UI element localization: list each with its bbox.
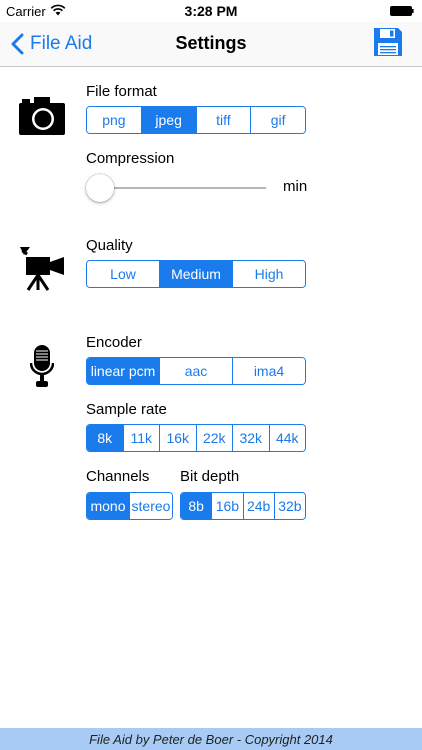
file-format-label: File format <box>86 83 157 100</box>
sample-rate-option-11k[interactable]: 11k <box>122 425 159 451</box>
quality-control: Low Medium High <box>86 260 306 288</box>
compression-slider-track[interactable] <box>99 187 266 189</box>
compression-value-label: min <box>283 178 308 195</box>
video-camera-icon <box>20 247 64 291</box>
encoder-option-aac[interactable]: aac <box>159 358 232 384</box>
navigation-bar: File Aid Settings <box>0 22 422 67</box>
channels-option-mono[interactable]: mono <box>87 493 129 519</box>
sample-rate-option-22k[interactable]: 22k <box>195 425 232 451</box>
bit-depth-option-8b[interactable]: 8b <box>181 493 212 519</box>
compression-label: Compression <box>86 150 175 167</box>
floppy-disk-icon[interactable] <box>372 26 404 58</box>
file-format-option-jpeg[interactable]: jpeg <box>140 107 196 133</box>
quality-option-low[interactable]: Low <box>87 261 159 287</box>
sample-rate-label: Sample rate <box>86 401 167 418</box>
file-format-option-gif[interactable]: gif <box>250 107 305 133</box>
quality-option-medium[interactable]: Medium <box>159 261 232 287</box>
file-format-option-tiff[interactable]: tiff <box>195 107 251 133</box>
sample-rate-option-32k[interactable]: 32k <box>232 425 269 451</box>
status-bar: Carrier 3:28 PM <box>0 0 422 22</box>
camera-icon <box>19 97 65 135</box>
bit-depth-option-24b[interactable]: 24b <box>242 493 274 519</box>
battery-icon <box>390 6 414 16</box>
file-format-control: png jpeg tiff gif <box>86 106 306 134</box>
sample-rate-option-16k[interactable]: 16k <box>159 425 196 451</box>
encoder-label: Encoder <box>86 334 142 351</box>
microphone-icon <box>30 345 54 387</box>
bit-depth-option-16b[interactable]: 16b <box>211 493 243 519</box>
encoder-option-ima4[interactable]: ima4 <box>232 358 305 384</box>
encoder-option-linear-pcm[interactable]: linear pcm <box>87 358 159 384</box>
copyright-footer: File Aid by Peter de Boer - Copyright 20… <box>0 728 422 750</box>
bit-depth-option-32b[interactable]: 32b <box>273 493 305 519</box>
channels-label: Channels <box>86 468 150 485</box>
bit-depth-control: 8b 16b 24b 32b <box>180 492 306 520</box>
sample-rate-option-44k[interactable]: 44k <box>268 425 305 451</box>
compression-slider-thumb[interactable] <box>86 174 114 202</box>
quality-option-high[interactable]: High <box>232 261 305 287</box>
channels-option-stereo[interactable]: stereo <box>129 493 172 519</box>
channels-control: mono stereo <box>86 492 173 520</box>
status-time: 3:28 PM <box>184 3 238 19</box>
bit-depth-label: Bit depth <box>180 468 240 485</box>
page-title: Settings <box>175 33 247 53</box>
settings-screen: Carrier 3:28 PM File Aid Settings File f… <box>0 0 422 750</box>
quality-label: Quality <box>86 237 133 254</box>
sample-rate-option-8k[interactable]: 8k <box>87 425 123 451</box>
file-format-option-png[interactable]: png <box>87 107 141 133</box>
encoder-control: linear pcm aac ima4 <box>86 357 306 385</box>
sample-rate-control: 8k 11k 16k 22k 32k 44k <box>86 424 306 452</box>
